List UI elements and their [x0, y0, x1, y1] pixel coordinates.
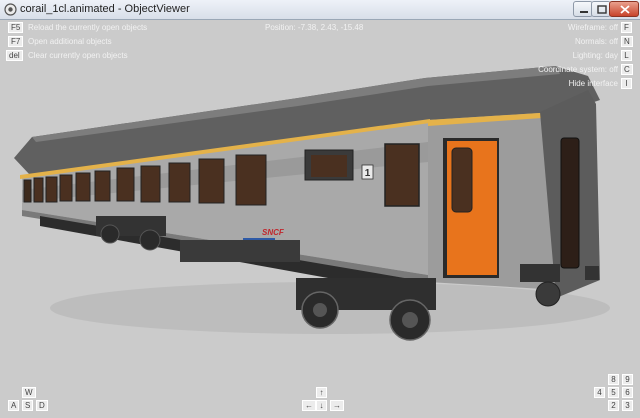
normals-status: Normals: off	[575, 37, 618, 46]
title-bar: corail_1cl.animated - ObjectViewer	[0, 0, 640, 20]
up-arrow-key[interactable]: ↑	[316, 387, 327, 398]
c-key: C	[621, 64, 633, 75]
door-window	[451, 147, 473, 213]
f-key: F	[621, 22, 632, 33]
right-arrow-key[interactable]: →	[330, 400, 344, 411]
numpad-3[interactable]: 3	[622, 400, 633, 411]
rear-bogie	[96, 216, 166, 251]
close-button[interactable]	[609, 1, 639, 17]
down-arrow-key[interactable]: ↓	[316, 400, 327, 411]
camera-position: Position: -7.38, 2.43, -15.48	[265, 23, 364, 32]
numpad-8[interactable]: 8	[608, 374, 619, 385]
coordinate-system-status: Coordinate system: off	[538, 65, 618, 74]
wireframe-status: Wireframe: off	[567, 23, 618, 32]
s-key[interactable]: S	[22, 400, 34, 411]
f5-key: F5	[8, 22, 24, 33]
l-key: L	[621, 50, 632, 61]
numpad-5[interactable]: 5	[608, 387, 619, 398]
left-arrow-key[interactable]: ←	[302, 400, 316, 411]
w-key[interactable]: W	[22, 387, 36, 398]
app-icon	[4, 3, 17, 16]
numpad-2[interactable]: 2	[608, 400, 619, 411]
clear-hint: Clear currently open objects	[28, 51, 128, 60]
reload-hint: Reload the currently open objects	[28, 23, 148, 32]
maximize-button[interactable]	[591, 1, 611, 17]
n-key: N	[621, 36, 633, 47]
d-key[interactable]: D	[36, 400, 48, 411]
train-car-model[interactable]: 1 SNCF	[0, 20, 640, 418]
minimize-button[interactable]	[573, 1, 593, 17]
3d-viewport[interactable]: 1 SNCF F5 Reload the currently open obje…	[0, 20, 640, 418]
open-hint: Open additional objects	[28, 37, 112, 46]
equipment-box	[180, 240, 300, 262]
window-title: corail_1cl.animated - ObjectViewer	[20, 3, 190, 15]
numpad-6[interactable]: 6	[622, 387, 633, 398]
a-key[interactable]: A	[8, 400, 20, 411]
i-key: I	[621, 78, 632, 89]
f7-key: F7	[8, 36, 24, 47]
numpad-9[interactable]: 9	[622, 374, 633, 385]
sncf-logo: SNCF	[262, 228, 285, 237]
class-label: 1	[365, 168, 371, 179]
lighting-status: Lighting: day	[572, 51, 618, 60]
del-key: del	[6, 50, 23, 61]
numpad-4[interactable]: 4	[594, 387, 605, 398]
hide-interface-hint: Hide interface	[568, 79, 618, 88]
close-icon	[620, 5, 630, 14]
gangway	[560, 137, 580, 269]
